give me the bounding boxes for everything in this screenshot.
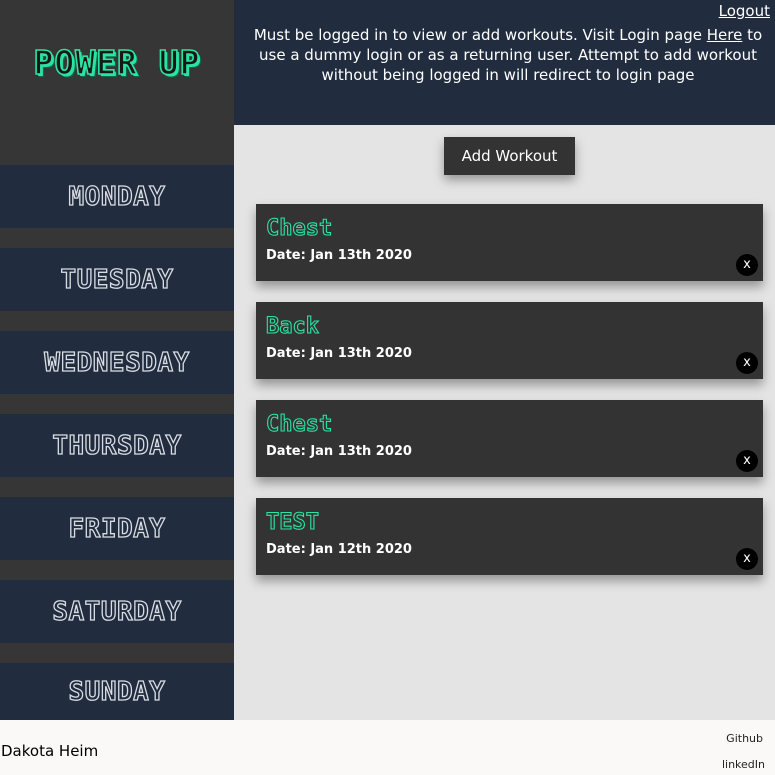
workout-title: TEST (265, 509, 319, 535)
sidebar-item-label: SUNDAY (68, 676, 166, 707)
sidebar-item-tuesday[interactable]: TUESDAY (0, 248, 234, 311)
github-link[interactable]: Github (726, 732, 763, 745)
workout-date: Date: Jan 13th 2020 (266, 444, 412, 459)
delete-workout-button[interactable]: x (736, 450, 758, 472)
workout-title: Chest (265, 215, 333, 241)
author-name: Dakota Heim (1, 742, 99, 760)
footer: Dakota Heim Github linkedIn (0, 720, 775, 775)
sidebar-item-sunday[interactable]: SUNDAY (0, 663, 234, 720)
sidebar-item-saturday[interactable]: SATURDAY (0, 580, 234, 643)
workout-card[interactable]: TEST Date: Jan 12th 2020 x (256, 498, 763, 575)
brand-logo[interactable]: POWER UP (0, 0, 234, 125)
workout-card[interactable]: Chest Date: Jan 13th 2020 x (256, 400, 763, 477)
workout-date: Date: Jan 13th 2020 (266, 346, 412, 361)
workout-card[interactable]: Chest Date: Jan 13th 2020 x (256, 204, 763, 281)
sidebar-item-label: SATURDAY (52, 596, 182, 627)
login-page-link[interactable]: Here (707, 26, 743, 44)
sidebar-item-label: MONDAY (68, 181, 166, 212)
delete-workout-button[interactable]: x (736, 254, 758, 276)
delete-workout-button[interactable]: x (736, 352, 758, 374)
sidebar-item-thursday[interactable]: THURSDAY (0, 414, 234, 477)
workout-title: Back (265, 313, 319, 339)
linkedin-link[interactable]: linkedIn (722, 758, 765, 771)
sidebar-item-label: THURSDAY (52, 430, 182, 461)
add-workout-button[interactable]: Add Workout (444, 137, 575, 175)
workout-date: Date: Jan 12th 2020 (266, 542, 412, 557)
header: Logout Must be logged in to view or add … (234, 0, 775, 125)
login-notice-text: Must be logged in to view or add workout… (253, 26, 707, 44)
logout-link[interactable]: Logout (719, 2, 770, 20)
brand-logo-text: POWER UP (33, 42, 201, 83)
sidebar-item-wednesday[interactable]: WEDNESDAY (0, 331, 234, 394)
workout-date: Date: Jan 13th 2020 (266, 248, 412, 263)
sidebar-item-monday[interactable]: MONDAY (0, 165, 234, 228)
sidebar: POWER UP MONDAY TUESDAY WEDNESDAY THURSD… (0, 0, 234, 720)
sidebar-item-friday[interactable]: FRIDAY (0, 497, 234, 560)
login-notice: Must be logged in to view or add workout… (244, 25, 772, 85)
delete-workout-button[interactable]: x (736, 548, 758, 570)
workout-card[interactable]: Back Date: Jan 13th 2020 x (256, 302, 763, 379)
sidebar-item-label: TUESDAY (60, 264, 174, 295)
workout-title: Chest (265, 411, 333, 437)
sidebar-item-label: WEDNESDAY (44, 347, 190, 378)
sidebar-item-label: FRIDAY (68, 513, 166, 544)
